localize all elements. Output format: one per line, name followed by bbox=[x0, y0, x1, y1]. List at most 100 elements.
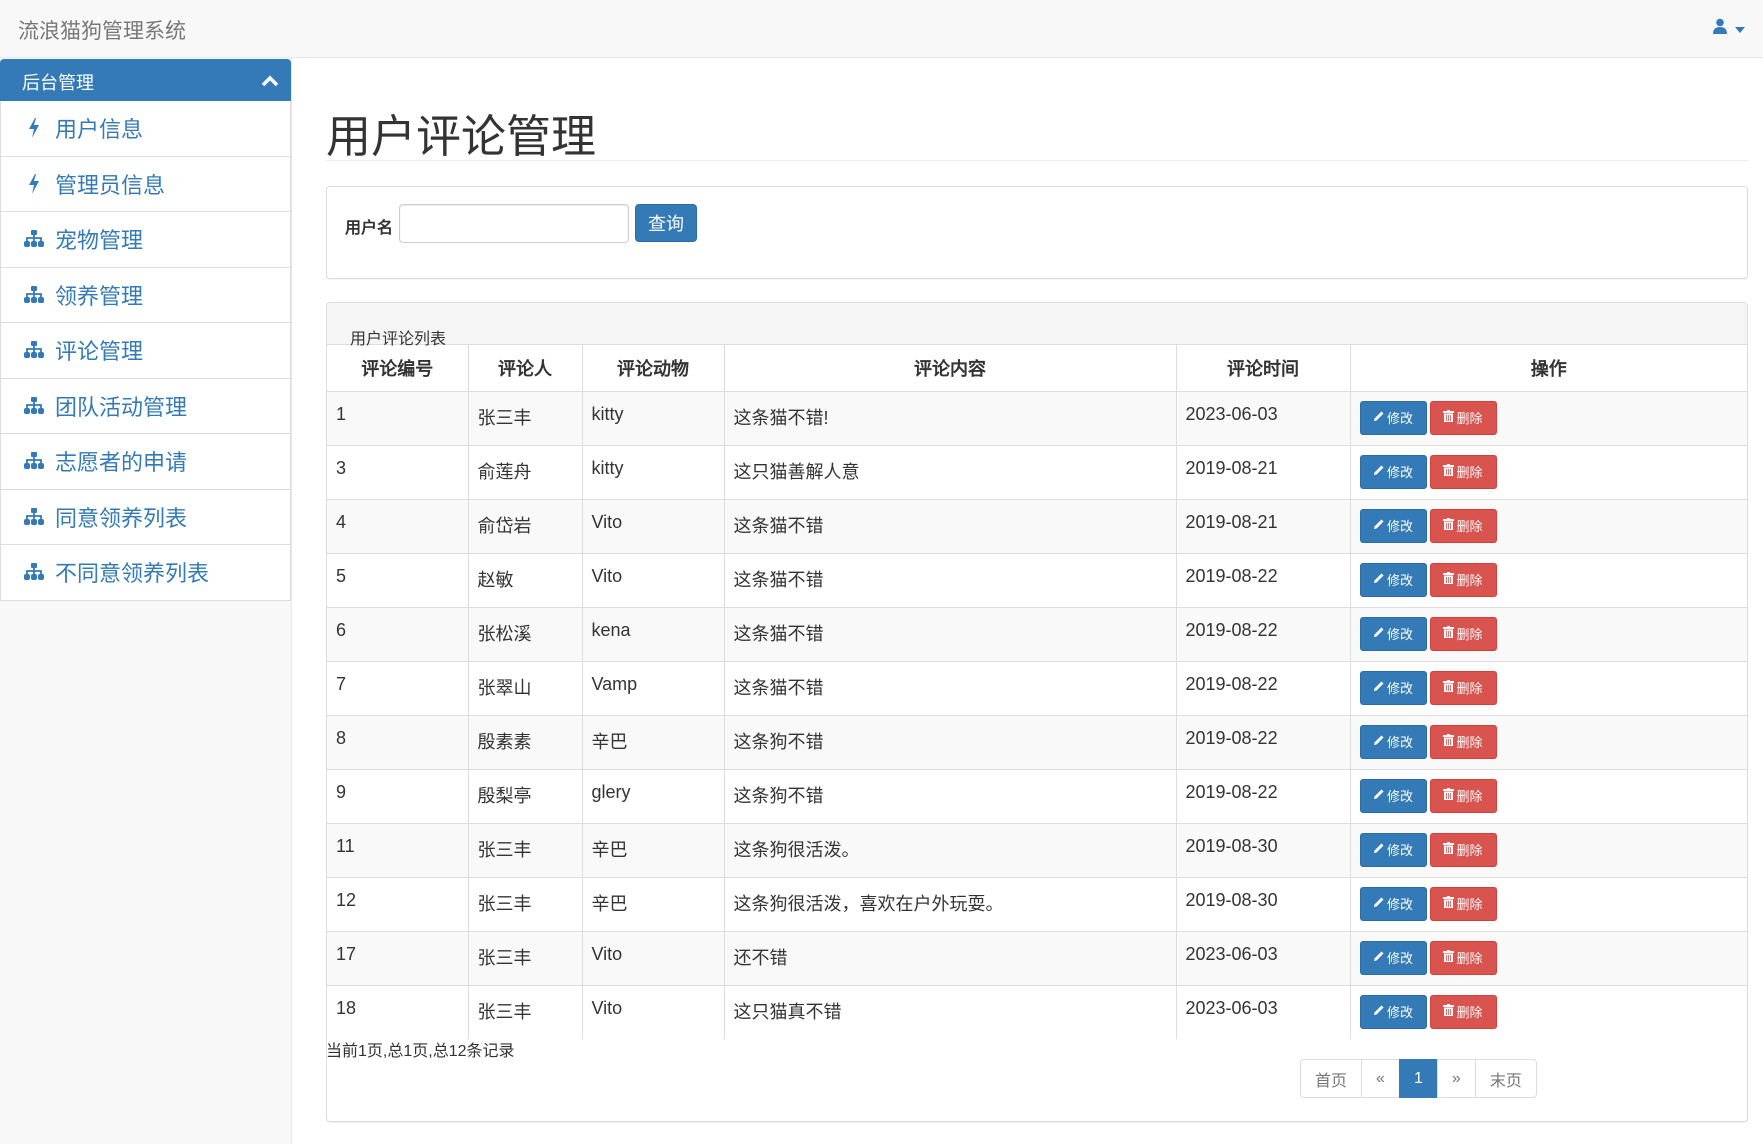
username-label: 用户名 bbox=[345, 220, 394, 237]
edit-button[interactable]: 修改 bbox=[1359, 994, 1427, 1029]
commenter-cell: 张三丰 bbox=[467, 876, 583, 931]
column-header: 评论人 bbox=[467, 345, 583, 392]
pencil-icon bbox=[1373, 572, 1385, 587]
delete-button[interactable]: 删除 bbox=[1429, 508, 1497, 543]
commenter-cell: 张翠山 bbox=[467, 660, 583, 715]
edit-label: 修改 bbox=[1386, 789, 1413, 804]
edit-label: 修改 bbox=[1386, 627, 1413, 642]
commenter-cell: 张三丰 bbox=[467, 390, 583, 445]
prev-page-button[interactable]: « bbox=[1361, 1059, 1400, 1098]
sidebar-item-label: 用户信息 bbox=[55, 117, 144, 143]
sidebar-item-1[interactable]: 管理员信息 bbox=[0, 156, 291, 212]
last-page-button[interactable]: 末页 bbox=[1474, 1059, 1537, 1098]
sidebar-item-4[interactable]: 评论管理 bbox=[0, 323, 291, 379]
sitemap-icon bbox=[23, 563, 45, 581]
delete-button[interactable]: 删除 bbox=[1429, 832, 1497, 867]
animal-cell: kena bbox=[581, 606, 725, 661]
username-search-input[interactable] bbox=[399, 204, 629, 243]
query-button[interactable]: 查询 bbox=[635, 204, 697, 242]
actions-cell: 修改 删除 bbox=[1349, 876, 1747, 931]
sidebar-item-8[interactable]: 不同意领养列表 bbox=[0, 545, 291, 601]
animal-cell: kitty bbox=[581, 444, 725, 499]
delete-button[interactable]: 删除 bbox=[1429, 670, 1497, 705]
edit-button[interactable]: 修改 bbox=[1359, 454, 1427, 489]
commenter-cell: 张三丰 bbox=[467, 984, 583, 1039]
actions-cell: 修改 删除 bbox=[1349, 768, 1747, 823]
delete-button[interactable]: 删除 bbox=[1429, 940, 1497, 975]
title-divider bbox=[326, 160, 1748, 161]
edit-button[interactable]: 修改 bbox=[1359, 670, 1427, 705]
commenter-cell: 殷素素 bbox=[467, 714, 583, 769]
comment-list-heading: 用户评论列表 bbox=[327, 303, 1747, 348]
actions-cell: 修改 删除 bbox=[1349, 660, 1747, 715]
page-title: 用户评论管理 bbox=[326, 111, 597, 162]
delete-button[interactable]: 删除 bbox=[1429, 886, 1497, 921]
table-row: 6 张松溪 kena 这条猫不错 2019-08-22 修改 删除 bbox=[327, 606, 1747, 661]
trash-icon bbox=[1443, 788, 1455, 803]
edit-button[interactable]: 修改 bbox=[1359, 886, 1427, 921]
sidebar-heading-backend[interactable]: 后台管理 bbox=[0, 59, 291, 101]
edit-label: 修改 bbox=[1386, 681, 1413, 696]
sidebar-item-7[interactable]: 同意领养列表 bbox=[0, 489, 291, 545]
edit-button[interactable]: 修改 bbox=[1359, 400, 1427, 435]
delete-button[interactable]: 删除 bbox=[1429, 454, 1497, 489]
commenter-cell: 赵敏 bbox=[467, 552, 583, 607]
delete-button[interactable]: 删除 bbox=[1429, 562, 1497, 597]
top-navbar: 流浪猫狗管理系统 bbox=[0, 0, 1763, 58]
content-cell: 这条猫不错! bbox=[723, 390, 1177, 445]
edit-button[interactable]: 修改 bbox=[1359, 778, 1427, 813]
app-brand[interactable]: 流浪猫狗管理系统 bbox=[18, 15, 186, 45]
comment-id-cell: 6 bbox=[327, 606, 469, 661]
trash-icon bbox=[1443, 896, 1455, 911]
pencil-icon bbox=[1373, 896, 1385, 911]
bolt-icon bbox=[23, 118, 45, 139]
sidebar-item-6[interactable]: 志愿者的申请 bbox=[0, 434, 291, 490]
edit-label: 修改 bbox=[1386, 519, 1413, 534]
edit-button[interactable]: 修改 bbox=[1359, 724, 1427, 759]
column-header: 操作 bbox=[1349, 345, 1747, 392]
commenter-cell: 俞岱岩 bbox=[467, 498, 583, 553]
delete-label: 删除 bbox=[1456, 843, 1483, 858]
current-page-button[interactable]: 1 bbox=[1398, 1059, 1438, 1098]
edit-button[interactable]: 修改 bbox=[1359, 616, 1427, 651]
delete-button[interactable]: 删除 bbox=[1429, 778, 1497, 813]
edit-button[interactable]: 修改 bbox=[1359, 940, 1427, 975]
actions-cell: 修改 删除 bbox=[1349, 984, 1747, 1039]
pencil-icon bbox=[1373, 464, 1385, 479]
delete-label: 删除 bbox=[1456, 951, 1483, 966]
edit-button[interactable]: 修改 bbox=[1359, 832, 1427, 867]
edit-button[interactable]: 修改 bbox=[1359, 562, 1427, 597]
trash-icon bbox=[1443, 1004, 1455, 1019]
user-menu-toggle[interactable] bbox=[1713, 18, 1745, 39]
page-info: 当前1页,总1页,总12条记录 bbox=[326, 1043, 515, 1060]
table-row: 4 俞岱岩 Vito 这条猫不错 2019-08-21 修改 删除 bbox=[327, 498, 1747, 553]
sidebar-item-5[interactable]: 团队活动管理 bbox=[0, 378, 291, 434]
delete-button[interactable]: 删除 bbox=[1429, 724, 1497, 759]
sitemap-icon bbox=[23, 341, 45, 359]
delete-label: 删除 bbox=[1456, 573, 1483, 588]
table-row: 18 张三丰 Vito 这只猫真不错 2023-06-03 修改 删除 bbox=[327, 984, 1747, 1039]
trash-icon bbox=[1443, 464, 1455, 479]
delete-button[interactable]: 删除 bbox=[1429, 616, 1497, 651]
first-page-button[interactable]: 首页 bbox=[1300, 1059, 1363, 1098]
trash-icon bbox=[1443, 734, 1455, 749]
comment-id-cell: 12 bbox=[327, 876, 469, 931]
delete-button[interactable]: 删除 bbox=[1429, 994, 1497, 1029]
next-page-button[interactable]: » bbox=[1436, 1059, 1476, 1098]
actions-cell: 修改 删除 bbox=[1349, 552, 1747, 607]
sidebar-item-3[interactable]: 领养管理 bbox=[0, 267, 291, 323]
actions-cell: 修改 删除 bbox=[1349, 606, 1747, 661]
edit-label: 修改 bbox=[1386, 1005, 1413, 1020]
pagination: 首页 « 1 » 末页 bbox=[1300, 1059, 1537, 1098]
time-cell: 2019-08-22 bbox=[1175, 552, 1351, 607]
delete-button[interactable]: 删除 bbox=[1429, 400, 1497, 435]
commenter-cell: 张三丰 bbox=[467, 822, 583, 877]
trash-icon bbox=[1443, 572, 1455, 587]
table-row: 17 张三丰 Vito 还不错 2023-06-03 修改 删除 bbox=[327, 930, 1747, 985]
sidebar-item-2[interactable]: 宠物管理 bbox=[0, 212, 291, 268]
sidebar-item-0[interactable]: 用户信息 bbox=[0, 101, 291, 157]
animal-cell: 辛巴 bbox=[581, 822, 725, 877]
pencil-icon bbox=[1373, 410, 1385, 425]
time-cell: 2019-08-22 bbox=[1175, 660, 1351, 715]
edit-button[interactable]: 修改 bbox=[1359, 508, 1427, 543]
